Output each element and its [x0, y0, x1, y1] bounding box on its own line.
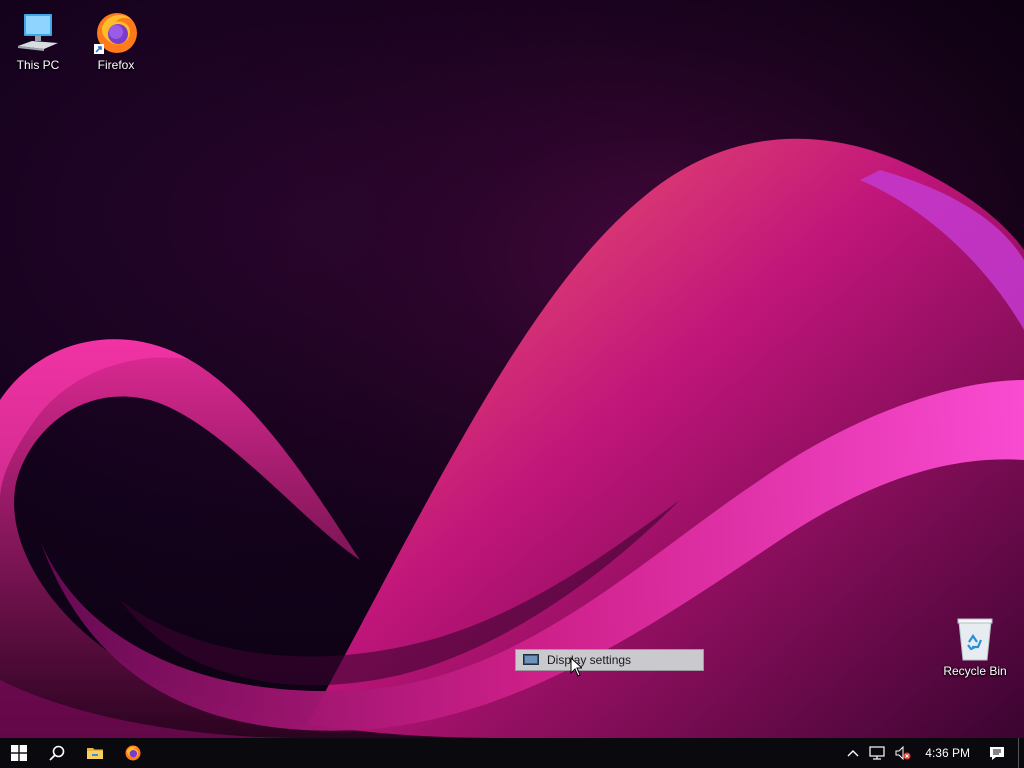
recycle-bin-icon	[957, 618, 993, 661]
windows-logo-icon	[11, 745, 27, 761]
taskbar: 4:36 PM	[0, 738, 1024, 768]
search-icon	[49, 745, 65, 761]
taskbar-file-explorer[interactable]	[76, 738, 114, 768]
this-pc-icon	[18, 14, 58, 51]
volume-button[interactable]	[890, 738, 916, 768]
desktop-icon-this-pc[interactable]: This PC	[0, 8, 76, 72]
taskbar-clock[interactable]: 4:36 PM	[916, 746, 979, 760]
mouse-cursor-icon	[570, 657, 582, 677]
show-desktop-button[interactable]	[1018, 738, 1024, 768]
search-button[interactable]	[38, 738, 76, 768]
desktop-icon-label: Firefox	[97, 58, 135, 72]
firefox-icon	[125, 745, 141, 761]
wallpaper	[0, 0, 1024, 738]
show-hidden-icons-button[interactable]	[842, 738, 864, 768]
system-tray: 4:36 PM	[842, 738, 1024, 768]
desktop-icon-label: Recycle Bin	[943, 664, 1007, 678]
desktop-icon-firefox[interactable]: Firefox	[78, 8, 154, 72]
desktop-icon-recycle-bin[interactable]: Recycle Bin	[937, 614, 1013, 678]
taskbar-firefox[interactable]	[114, 738, 152, 768]
chevron-up-icon	[847, 750, 859, 757]
context-menu-item-display-settings[interactable]: Display settings	[547, 653, 631, 667]
firefox-icon	[94, 13, 137, 54]
folder-icon	[87, 748, 103, 759]
action-center-button[interactable]	[979, 738, 1015, 768]
context-menu: Display settings	[515, 649, 704, 671]
display-settings-icon	[523, 654, 539, 665]
start-button[interactable]	[0, 738, 38, 768]
desktop[interactable]: This PC Firefox Recycle Bin Display sett…	[0, 0, 1024, 738]
network-button[interactable]	[864, 738, 890, 768]
volume-muted-icon	[895, 746, 911, 760]
action-center-icon	[990, 746, 1004, 760]
network-icon	[869, 746, 885, 760]
desktop-icon-label: This PC	[16, 58, 60, 72]
